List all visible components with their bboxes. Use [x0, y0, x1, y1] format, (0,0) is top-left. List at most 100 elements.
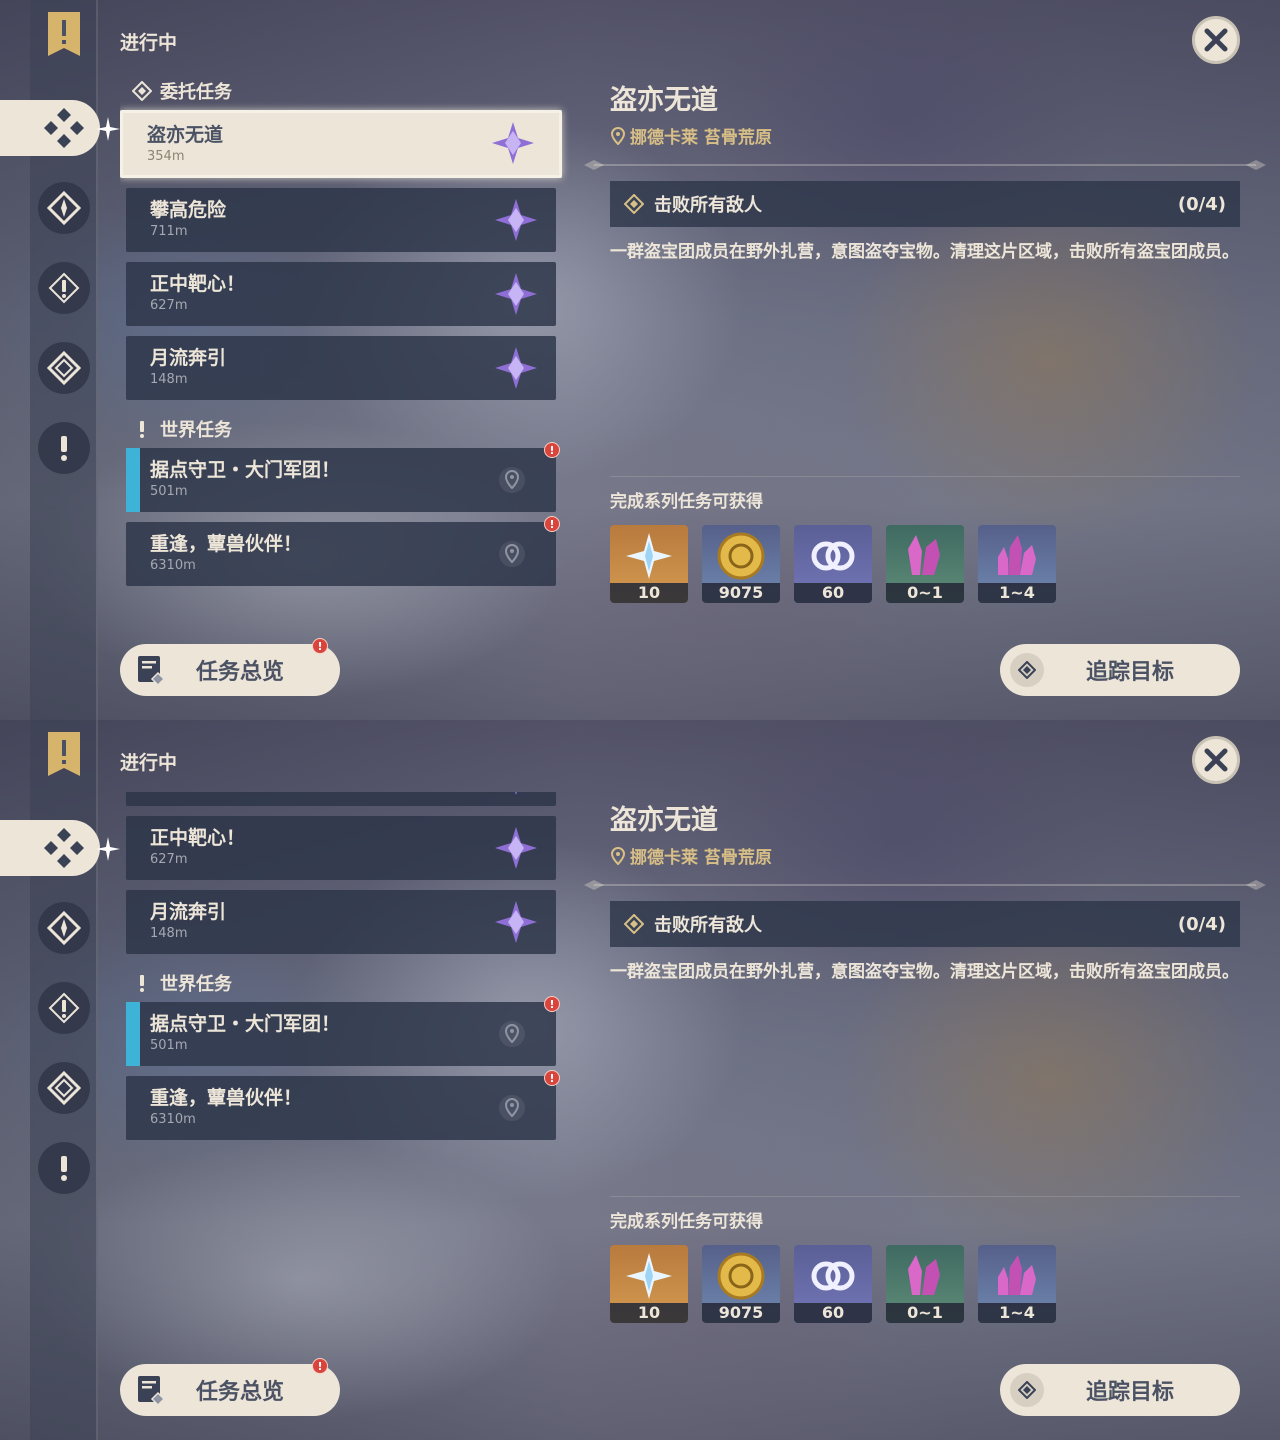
- quest-name: 正中靶心！: [150, 273, 246, 295]
- fine-ore-icon: [998, 1255, 1036, 1295]
- quest-title: 盗亦无道: [610, 805, 718, 836]
- quest-item[interactable]: 月流奔引 148m: [126, 336, 556, 400]
- divider: [610, 1196, 1240, 1197]
- story-quest-icon: [47, 1071, 81, 1105]
- reward-count: 60: [794, 1303, 872, 1323]
- close-button[interactable]: [1192, 736, 1240, 784]
- commission-star-icon: [495, 199, 537, 241]
- quest-item[interactable]: 攀高危险 711m: [126, 792, 556, 806]
- reward-item[interactable]: 60: [794, 525, 872, 603]
- quest-name: 重逢，蕈兽伙伴！: [150, 533, 303, 555]
- reward-count: 10: [610, 1303, 688, 1323]
- mora-icon: [717, 1252, 765, 1300]
- world-quest-item-tracked[interactable]: 据点守卫・大门军团！ 501m !: [126, 996, 560, 1066]
- world-quest-item[interactable]: 重逢，蕈兽伙伴！ 6310m !: [126, 516, 560, 586]
- world-quest-filter-button[interactable]: [38, 982, 90, 1034]
- story-quest-icon: [47, 351, 81, 385]
- quest-overview-button[interactable]: 任务总览 !: [120, 638, 340, 696]
- enhancement-ore-icon: [908, 1255, 940, 1295]
- divider: [610, 476, 1240, 477]
- quest-list[interactable]: 委托任务 盗亦无道 354m 攀高危险 711m 正中靶心！ 627m 月流奔引…: [120, 72, 570, 602]
- sparkle-icon: [96, 837, 120, 861]
- objective-progress: (0/4): [1177, 193, 1226, 215]
- quest-log-flag-icon[interactable]: [44, 730, 84, 780]
- map-pin-icon: [499, 1021, 525, 1047]
- quest-book-icon: [138, 1376, 166, 1407]
- quest-item[interactable]: 攀高危险 711m: [126, 188, 556, 252]
- quest-detail: 盗亦无道 挪德卡莱 苔骨荒原: [610, 798, 1240, 868]
- world-quest-item[interactable]: 重逢，蕈兽伙伴！ 6310m !: [126, 1070, 560, 1140]
- reward-item[interactable]: 9075: [702, 525, 780, 603]
- reward-item[interactable]: 10: [610, 1245, 688, 1323]
- quest-list-scrolled[interactable]: 攀高危险 711m 正中靶心！ 627m 月流奔引 148m 世界任务 据点守卫…: [120, 792, 570, 1322]
- reward-item[interactable]: 0~1: [886, 525, 964, 603]
- quest-distance: 711m: [150, 224, 188, 239]
- track-target-label: 追踪目标: [1086, 1380, 1175, 1405]
- reward-item[interactable]: 1~4: [978, 1245, 1056, 1323]
- alert-badge: !: [544, 1070, 560, 1086]
- quest-name: 据点守卫・大门军团！: [150, 1013, 341, 1035]
- companionship-exp-icon: [811, 541, 855, 571]
- quest-overview-label: 任务总览: [196, 660, 285, 685]
- fine-ore-icon: [998, 535, 1036, 575]
- quest-distance: 711m: [150, 792, 532, 796]
- reward-count: 9075: [702, 1303, 780, 1323]
- reward-item[interactable]: 1~4: [978, 525, 1056, 603]
- reward-item[interactable]: 10: [610, 525, 688, 603]
- rewards-list: 10 9075 60 0~1 1~4: [610, 1245, 1056, 1323]
- alert-badge: !: [544, 996, 560, 1012]
- reward-count: 1~4: [978, 583, 1056, 603]
- quest-name: 攀高危险: [150, 199, 227, 221]
- section-label: 世界任务: [160, 974, 232, 995]
- ornamental-divider: [584, 160, 1266, 170]
- quest-overview-label: 任务总览: [196, 1380, 285, 1405]
- quest-name: 重逢，蕈兽伙伴！: [150, 1087, 303, 1109]
- quest-name: 月流奔引: [150, 347, 227, 369]
- objective-text: 击败所有敌人: [654, 915, 762, 936]
- event-quest-filter-button[interactable]: [38, 1142, 90, 1194]
- track-target-button[interactable]: 追踪目标: [1000, 1364, 1240, 1416]
- world-quest-item-tracked[interactable]: 据点守卫・大门军团！ 501m !: [126, 442, 560, 512]
- exclamation-icon: [48, 992, 80, 1024]
- world-quest-filter-button[interactable]: [38, 262, 90, 314]
- quest-name: 正中靶心！: [150, 827, 246, 849]
- track-target-button[interactable]: 追踪目标: [1000, 644, 1240, 696]
- quest-overview-button[interactable]: 任务总览 !: [120, 1358, 340, 1416]
- map-pin-icon: [499, 541, 525, 567]
- track-diamond-icon: [1018, 1381, 1036, 1399]
- commission-icon: [44, 828, 84, 868]
- close-button[interactable]: [1192, 16, 1240, 64]
- exclamation-icon: [48, 272, 80, 304]
- exclamation-icon: [61, 436, 67, 461]
- archon-quest-filter-button[interactable]: [38, 902, 90, 954]
- commission-star-icon: [515, 792, 517, 795]
- reward-item[interactable]: 60: [794, 1245, 872, 1323]
- quest-item[interactable]: 月流奔引 148m: [126, 890, 556, 954]
- quest-title: 盗亦无道: [610, 85, 718, 116]
- quest-distance: 501m: [150, 484, 188, 499]
- status-label: 进行中: [120, 752, 178, 774]
- quest-log-flag-icon[interactable]: [44, 10, 84, 60]
- reward-item[interactable]: 0~1: [886, 1245, 964, 1323]
- alert-badge: !: [544, 442, 560, 458]
- primogem-icon: [626, 533, 672, 579]
- quest-item[interactable]: 正中靶心！ 627m: [126, 262, 556, 326]
- quest-item-selected[interactable]: 盗亦无道 354m: [120, 110, 562, 178]
- quest-item[interactable]: 正中靶心！ 627m: [126, 816, 556, 880]
- quest-name: 据点守卫・大门军团！: [150, 459, 341, 481]
- rewards-list: 10 9075 60 0~1 1~4: [610, 525, 1056, 603]
- close-icon: [1204, 748, 1228, 772]
- event-quest-filter-button[interactable]: [38, 422, 90, 474]
- status-label: 进行中: [120, 32, 178, 54]
- story-quest-filter-button[interactable]: [38, 1062, 90, 1114]
- alert-badge: !: [312, 1358, 328, 1374]
- section-label: 委托任务: [160, 82, 232, 103]
- story-quest-filter-button[interactable]: [38, 342, 90, 394]
- commission-filter-button-active[interactable]: [0, 820, 100, 876]
- rewards-label: 完成系列任务可获得: [610, 1212, 763, 1232]
- commission-filter-button-active[interactable]: [0, 100, 100, 156]
- quest-distance: 6310m: [150, 1112, 196, 1127]
- quest-distance: 6310m: [150, 558, 196, 573]
- archon-quest-filter-button[interactable]: [38, 182, 90, 234]
- reward-item[interactable]: 9075: [702, 1245, 780, 1323]
